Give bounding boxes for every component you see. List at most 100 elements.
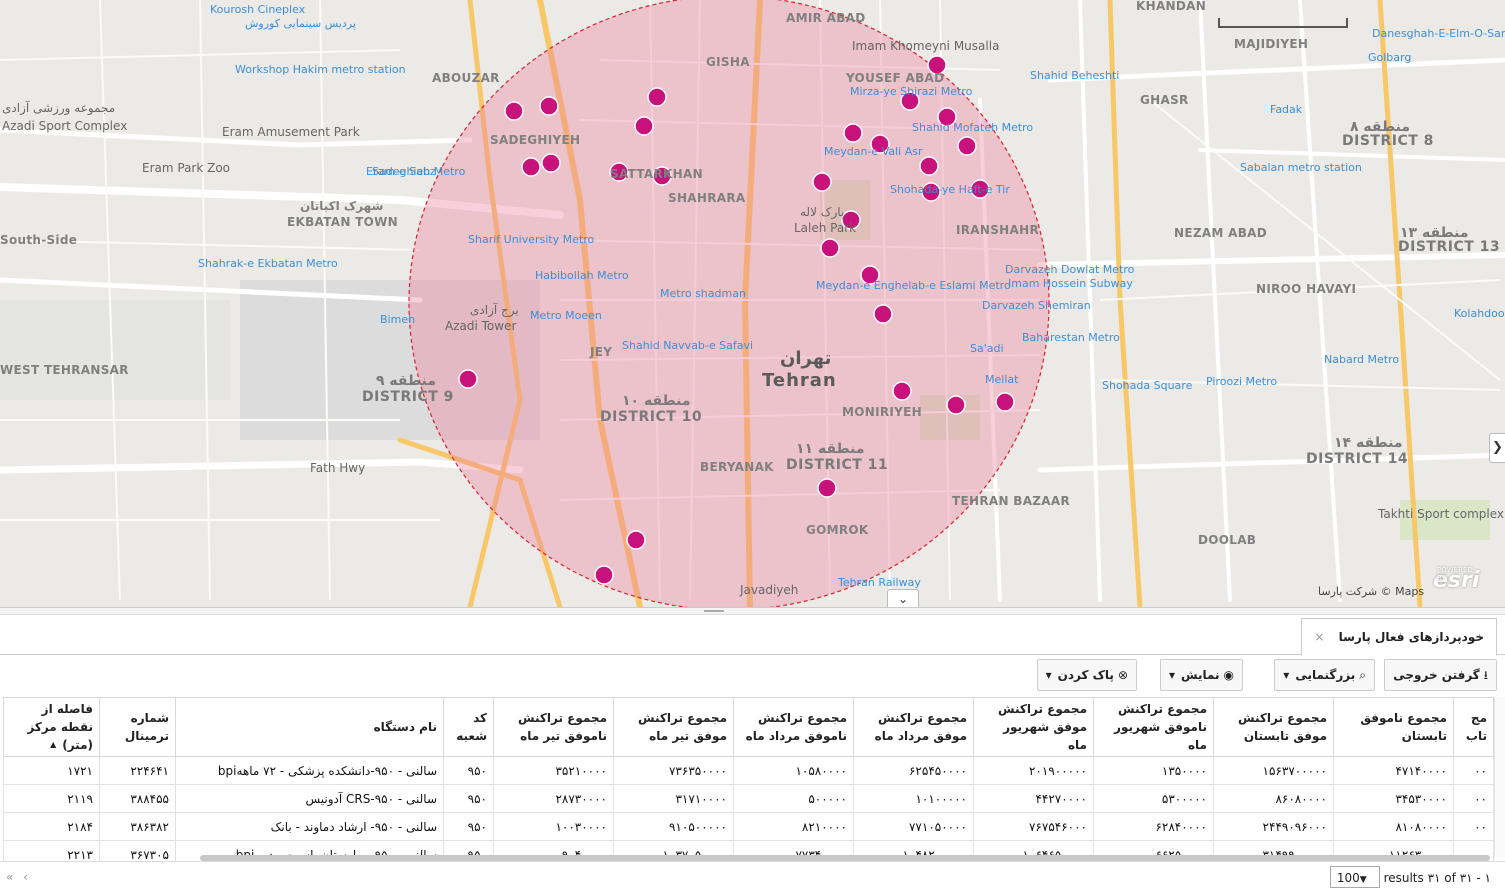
column-header[interactable]: شماره ترمینال xyxy=(99,697,176,757)
prev-page-icon[interactable]: ‹ xyxy=(23,870,28,884)
column-header[interactable]: مجموع تراکنش ناموفق شهریور ماه xyxy=(1093,697,1214,757)
map-label: منطقه ۹ xyxy=(376,373,437,389)
table-cell: ۲۱۱۹ xyxy=(3,784,100,813)
atm-marker[interactable] xyxy=(995,392,1015,412)
table-row[interactable]: ۲۱۸۴ ۳۸۶۳۸۲ سالنی - ۹۵۰- ارشاد دماوند - با… xyxy=(3,812,1494,841)
page-size-select[interactable]: 100▼ xyxy=(1329,866,1380,888)
map-label: DOOLAB xyxy=(1198,533,1257,547)
table-cell: ۳۱۷۱۰۰۰۰ xyxy=(613,784,734,813)
map-label: DISTRICT 10 xyxy=(600,409,703,425)
atm-marker[interactable] xyxy=(919,156,939,176)
map-label: MONIRIYEH xyxy=(842,405,922,419)
map-label: Shahid Beheshti xyxy=(1030,69,1120,82)
collapse-down-icon[interactable]: ⌄ xyxy=(887,589,919,607)
atm-marker[interactable] xyxy=(521,157,541,177)
map-label: Fath Hwy xyxy=(310,461,366,475)
vertical-scrollbar[interactable] xyxy=(1494,697,1505,857)
column-header[interactable]: کد شعبه xyxy=(443,697,494,757)
table-cell: سالنی - ۹۵۰-CRS آدونیس xyxy=(175,784,444,813)
column-header[interactable]: مجموع تراکنش موفق تابستان xyxy=(1213,697,1334,757)
atm-marker[interactable] xyxy=(873,304,893,324)
atm-marker[interactable] xyxy=(812,172,832,192)
table-cell: سالنی - ۹۵۰-دانشکده پزشکی - ۷۲ ماههbpi xyxy=(175,756,444,785)
table-row[interactable]: ۲۱۱۹ ۳۸۸۴۵۵ سالنی - ۹۵۰-CRS آدونیس ۹۵۰ ۲۸۷۳۰… xyxy=(3,784,1494,813)
grid-toolbar: ⭳گرفتن خروجی ⌕بزرگنمایی▾ ◉نمایش▾ ⊗پاک کر… xyxy=(0,655,1505,697)
atm-marker[interactable] xyxy=(504,101,524,121)
map-label: منطقه ۱۴ xyxy=(1334,435,1403,451)
column-header[interactable]: مجموع تراکنش موفق تیر ماه xyxy=(613,697,734,757)
column-header[interactable]: مجموع تراکنش موفق مرداد ماه xyxy=(853,697,974,757)
atm-marker[interactable] xyxy=(539,96,559,116)
table-cell: ۶۲۵۴۵۰۰۰۰ xyxy=(853,756,974,785)
map-label: Metro shadman xyxy=(660,287,746,300)
table-cell: ۱۰۱۰۰۰۰۰ xyxy=(853,784,974,813)
column-header[interactable]: مج تاب xyxy=(1453,697,1494,757)
close-icon[interactable]: × xyxy=(1314,630,1324,644)
table-cell: ۲۱۸۴ xyxy=(3,812,100,841)
export-button[interactable]: ⭳گرفتن خروجی xyxy=(1384,659,1497,691)
expand-right-icon[interactable]: ❯ xyxy=(1489,433,1505,463)
map-label: DISTRICT 13 xyxy=(1398,239,1501,255)
map-label: NIROO HAVAYI xyxy=(1256,282,1357,296)
clear-button[interactable]: ⊗پاک کردن▾ xyxy=(1036,659,1137,691)
map-label: منطقه ۱۱ xyxy=(796,441,865,457)
column-header[interactable]: مجموع تراکنش موفق شهریور ماه xyxy=(973,697,1094,757)
table-cell: ۹۵۰ xyxy=(443,756,494,785)
map-label: DISTRICT 8 xyxy=(1342,133,1434,149)
atm-marker[interactable] xyxy=(820,238,840,258)
table-cell: ۴۷۱۴۰۰۰۰ xyxy=(1333,756,1454,785)
map-label: IRANSHAHR xyxy=(956,223,1039,237)
map-label: DISTRICT 14 xyxy=(1306,451,1409,467)
map-label: South-Side xyxy=(0,233,78,247)
pager: ۱ - ۳۱ results ۳۱ of 100▼ xyxy=(1322,866,1491,889)
column-header[interactable]: فاصله از نقطه مرکز (متر)▲ xyxy=(3,697,100,757)
atm-marker[interactable] xyxy=(892,381,912,401)
map-label: Kourosh Cineplex xyxy=(210,3,306,16)
map-label: GOMROK xyxy=(806,523,869,537)
map-label: Meydan-e Enghelab-e Eslami Metro xyxy=(816,279,1011,292)
atm-marker[interactable] xyxy=(817,478,837,498)
atm-marker[interactable] xyxy=(843,123,863,143)
atm-marker[interactable] xyxy=(647,87,667,107)
atm-marker[interactable] xyxy=(541,153,561,173)
table-cell: ۵۳۰۰۰۰۰ xyxy=(1093,784,1214,813)
table-row[interactable]: ۱۷۲۱ ۲۲۴۶۴۱ سالنی - ۹۵۰-دانشکده پزشکی - ۷۲… xyxy=(3,756,1494,785)
zoom-button[interactable]: ⌕بزرگنمایی▾ xyxy=(1274,659,1375,691)
panel-splitter[interactable] xyxy=(0,607,1505,615)
atm-marker[interactable] xyxy=(626,530,646,550)
map-label: Darvazeh Shemiran xyxy=(982,299,1091,312)
dropdown-icon: ▾ xyxy=(1168,668,1175,682)
atm-marker[interactable] xyxy=(594,565,614,585)
atm-marker[interactable] xyxy=(946,395,966,415)
first-page-icon[interactable]: « xyxy=(6,870,13,884)
scale-bar xyxy=(1218,18,1348,28)
map-view[interactable]: Kourosh Cineplex پردیس سینمایی کوروش Works… xyxy=(0,0,1505,607)
zoom-icon: ⌕ xyxy=(1359,668,1366,682)
map-label: WEST TEHRANSAR xyxy=(0,363,129,377)
show-button[interactable]: ◉نمایش▾ xyxy=(1159,659,1243,691)
map-label: Danesghah-E-Elm-O-Sanaat xyxy=(1372,27,1505,40)
table-cell: ۳۵۲۱۰۰۰۰ xyxy=(493,756,614,785)
column-header[interactable]: مجموع ناموفق تابستان xyxy=(1333,697,1454,757)
map-label: Habibollah Metro xyxy=(535,269,629,282)
map-label: BERYANAK xyxy=(700,460,774,474)
atm-marker[interactable] xyxy=(458,369,478,389)
table-cell: ۷۶۷۵۴۶۰۰۰ xyxy=(973,812,1094,841)
table-cell: ۳۸۶۳۸۲ xyxy=(99,812,176,841)
table-cell: ۴۴۲۷۰۰۰۰ xyxy=(973,784,1094,813)
map-label: SHAHRARA xyxy=(668,191,746,205)
table-cell: ۹۵۰ xyxy=(443,784,494,813)
results-grid: فاصله از نقطه مرکز (متر)▲ شماره ترمینال نا… xyxy=(0,697,1505,869)
map-label: مجموعه ورزشی آزادی xyxy=(2,101,116,115)
map-label: Eram Park Zoo xyxy=(142,161,231,175)
atm-marker[interactable] xyxy=(957,136,977,156)
map-label: Fadak xyxy=(1270,103,1303,116)
column-header[interactable]: مجموع تراکنش ناموفق مرداد ماه xyxy=(733,697,854,757)
tab-active-atms[interactable]: خودپردازهای فعال پارسا × xyxy=(1301,618,1497,656)
column-header[interactable]: نام دستگاه xyxy=(175,697,444,757)
map-label: Shohada-ye Haft-e Tir xyxy=(890,183,1010,196)
table-cell: ۸۶۰۸۰۰۰۰ xyxy=(1213,784,1334,813)
column-header[interactable]: مجموع تراکنش ناموفق تیر ماه xyxy=(493,697,614,757)
atm-marker[interactable] xyxy=(634,116,654,136)
table-cell: ۱۰۰۳۰۰۰۰ xyxy=(493,812,614,841)
